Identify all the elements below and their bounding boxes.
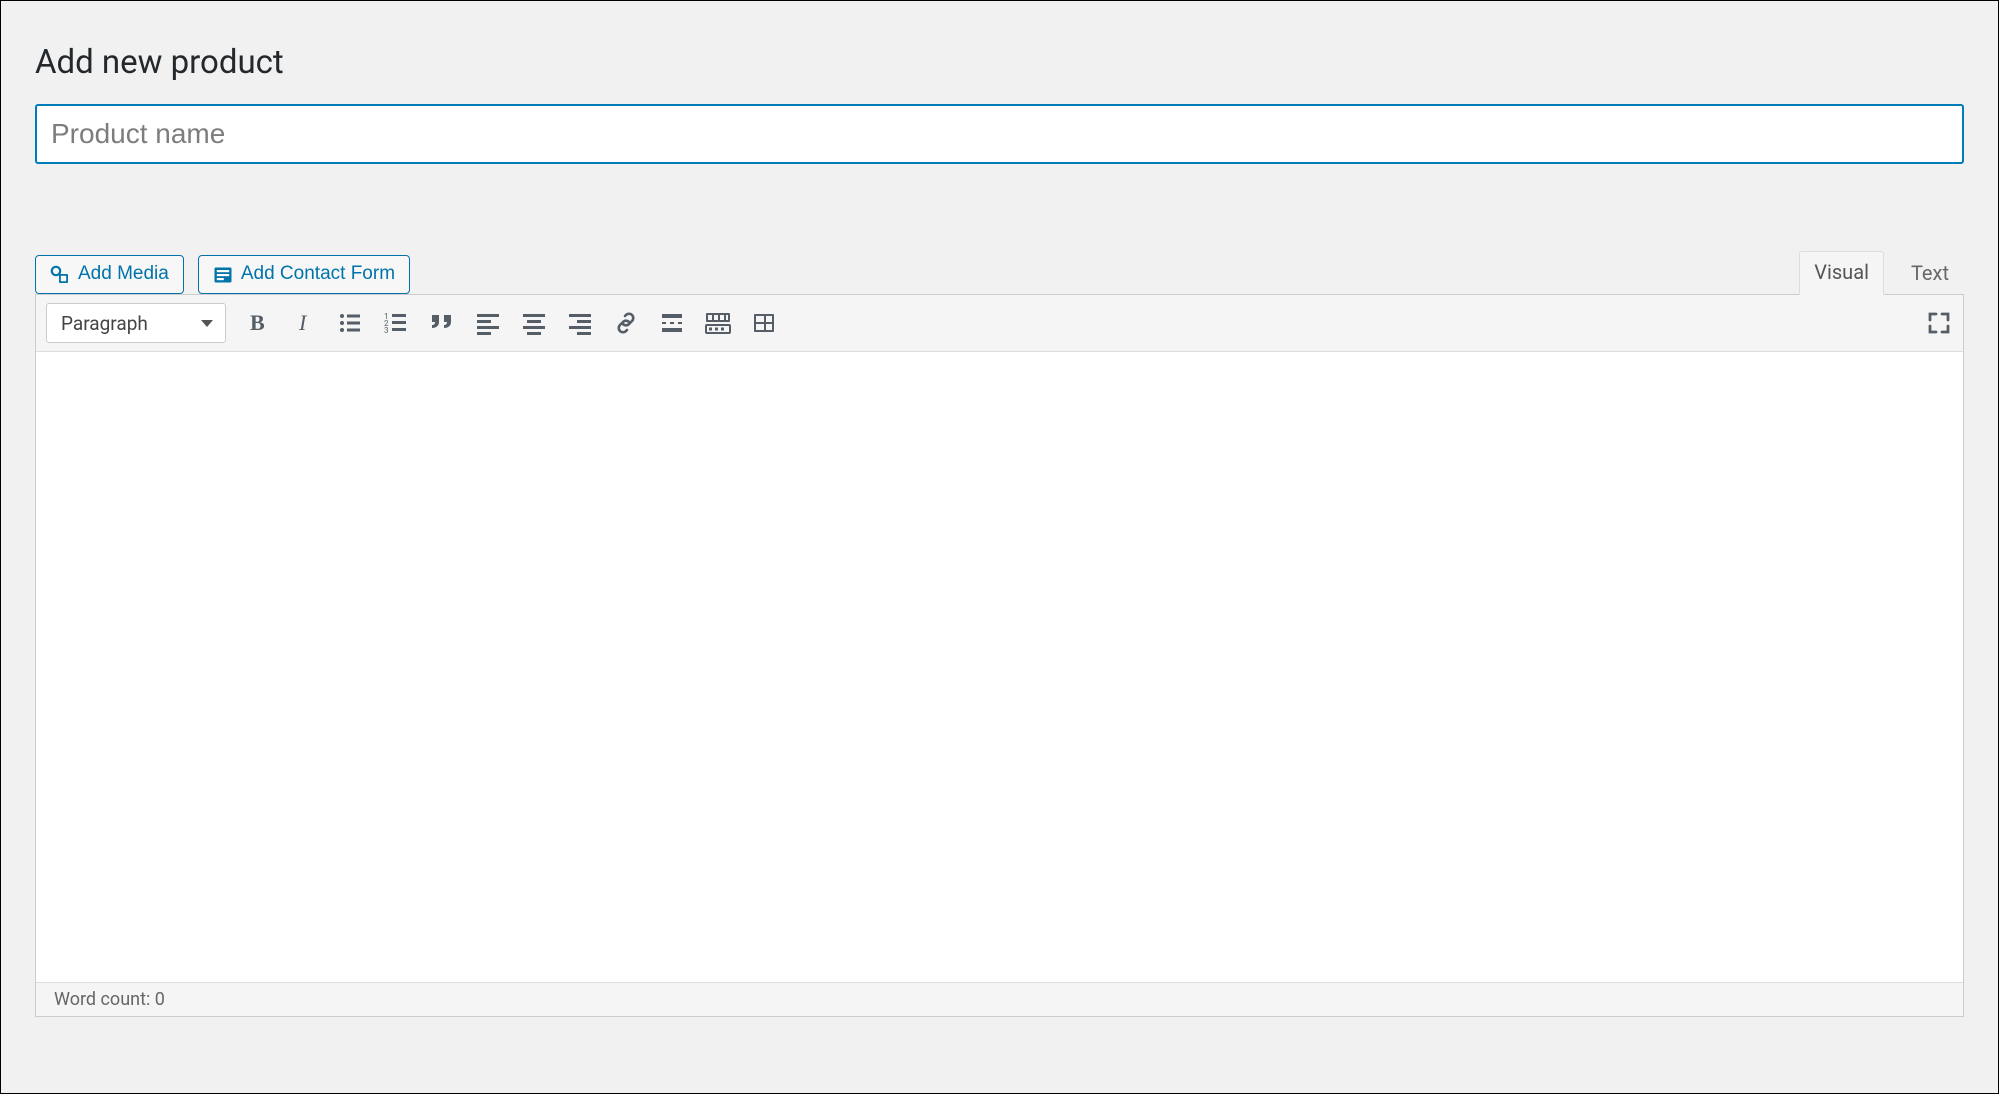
format-select[interactable]: Paragraph <box>46 303 226 343</box>
fullscreen-button[interactable] <box>1925 309 1953 337</box>
add-contact-form-button[interactable]: Add Contact Form <box>198 255 410 294</box>
link-button[interactable] <box>612 309 640 337</box>
bullet-list-button[interactable] <box>336 309 364 337</box>
align-left-button[interactable] <box>474 309 502 337</box>
tab-text[interactable]: Text <box>1896 252 1964 295</box>
media-note-icon <box>50 265 70 285</box>
form-icon <box>213 265 233 285</box>
add-media-button[interactable]: Add Media <box>35 255 184 294</box>
svg-text:I: I <box>298 311 308 335</box>
bold-button[interactable]: B <box>244 309 272 337</box>
align-center-button[interactable] <box>520 309 548 337</box>
format-select-label: Paragraph <box>61 312 148 335</box>
italic-button[interactable]: I <box>290 309 318 337</box>
editor-content[interactable] <box>36 352 1963 982</box>
word-count-label: Word count: 0 <box>54 989 165 1010</box>
editor-toolbar: Paragraph B I 123 <box>36 295 1963 352</box>
align-right-button[interactable] <box>566 309 594 337</box>
tab-visual[interactable]: Visual <box>1799 251 1884 295</box>
numbered-list-button[interactable]: 123 <box>382 309 410 337</box>
editor-container: Paragraph B I 123 <box>35 294 1964 1017</box>
read-more-button[interactable] <box>658 309 686 337</box>
blockquote-button[interactable] <box>428 309 456 337</box>
add-contact-form-label: Add Contact Form <box>241 263 395 286</box>
add-media-label: Add Media <box>78 263 169 286</box>
toolbar-toggle-button[interactable] <box>704 309 732 337</box>
table-button[interactable] <box>750 309 778 337</box>
page-title: Add new product <box>35 29 1964 82</box>
editor-statusbar: Word count: 0 <box>36 982 1963 1016</box>
product-name-input[interactable] <box>35 104 1964 164</box>
svg-text:B: B <box>250 311 265 335</box>
editor-tabs: Visual Text <box>1799 251 1964 295</box>
svg-text:3: 3 <box>384 326 389 335</box>
caret-down-icon <box>201 320 213 327</box>
